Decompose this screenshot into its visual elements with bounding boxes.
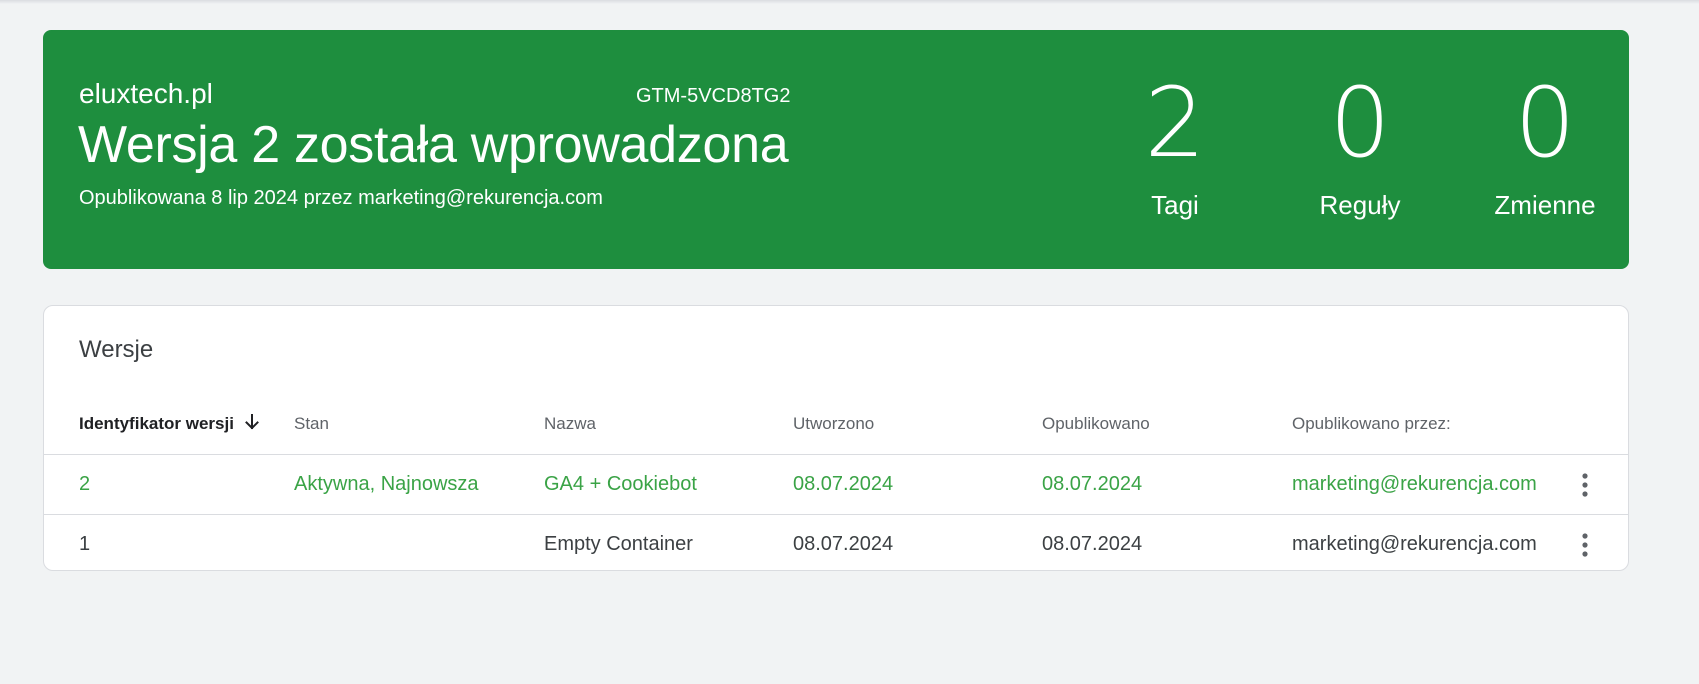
column-header-created[interactable]: Utworzono: [793, 406, 874, 454]
stat-rules-value: 0: [1329, 67, 1391, 179]
column-header-name[interactable]: Nazwa: [544, 406, 596, 454]
column-header-published-by[interactable]: Opublikowano przez:: [1292, 406, 1542, 454]
more-vert-icon[interactable]: [1572, 531, 1598, 559]
cell-published: 08.07.2024: [1042, 473, 1143, 495]
table-row[interactable]: 2 Aktywna, Najnowsza GA4 + Cookiebot 08.…: [44, 455, 1628, 515]
column-header-state[interactable]: Stan: [294, 406, 329, 454]
container-name: eluxtech.pl: [79, 78, 213, 109]
cell-state: Aktywna, Najnowsza: [294, 473, 479, 495]
table-row[interactable]: 1 Empty Container 08.07.2024 08.07.2024 …: [44, 515, 1628, 570]
container-id: GTM-5VCD8TG2: [636, 85, 791, 107]
versions-title: Wersje: [79, 336, 154, 363]
stat-tags: 2 Tagi: [1090, 68, 1260, 220]
stat-tags-label: Tagi: [1151, 190, 1199, 220]
stat-variables: 0 Zmienne: [1460, 68, 1630, 220]
versions-table-header: Identyfikator wersji Stan Nazwa Utworzon…: [44, 406, 1628, 455]
cell-name: GA4 + Cookiebot: [544, 473, 697, 495]
more-vert-icon[interactable]: [1572, 471, 1598, 499]
cell-version-id: 1: [79, 533, 91, 555]
stat-variables-value: 0: [1514, 67, 1576, 179]
published-info: Opublikowana 8 lip 2024 przez marketing@…: [79, 187, 603, 209]
top-shadow: [0, 0, 1699, 4]
column-header-published[interactable]: Opublikowano: [1042, 406, 1150, 454]
cell-name: Empty Container: [544, 533, 693, 555]
column-header-version-id[interactable]: Identyfikator wersji: [79, 406, 262, 454]
stat-tags-value: 2: [1144, 67, 1206, 179]
version-title: Wersja 2 została wprowadzona: [78, 116, 789, 174]
cell-created: 08.07.2024: [793, 533, 894, 555]
cell-published-by: marketing@rekurencja.com: [1292, 473, 1537, 495]
stat-rules-label: Reguły: [1319, 190, 1401, 220]
cell-published: 08.07.2024: [1042, 533, 1143, 555]
arrow-down-icon[interactable]: [242, 409, 262, 430]
cell-created: 08.07.2024: [793, 473, 894, 495]
cell-published-by: marketing@rekurencja.com: [1292, 533, 1537, 555]
stat-rules: 0 Reguły: [1275, 68, 1445, 220]
column-header-version-id-label: Identyfikator wersji: [79, 414, 234, 433]
stat-variables-label: Zmienne: [1494, 190, 1596, 220]
version-summary-card: eluxtech.pl GTM-5VCD8TG2 Wersja 2 został…: [43, 30, 1629, 269]
cell-version-id: 2: [79, 473, 91, 495]
versions-card: Wersje Identyfikator wersji Stan Nazwa U…: [43, 305, 1629, 571]
